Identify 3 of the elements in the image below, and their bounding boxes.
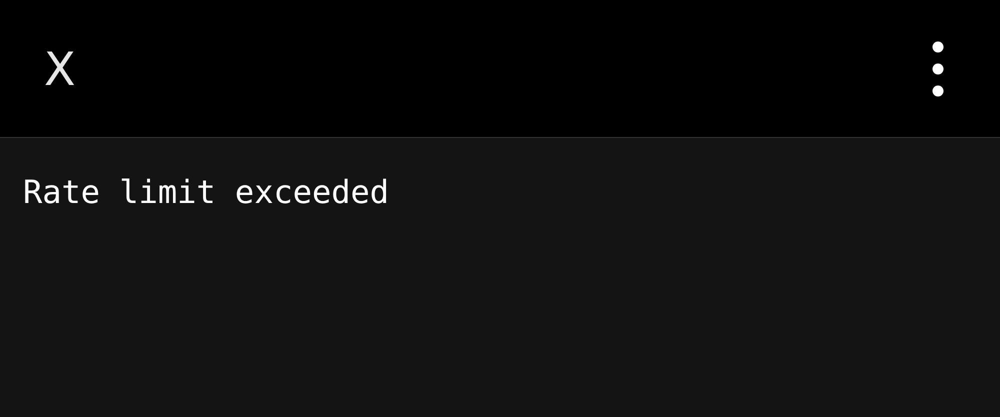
more-vertical-icon <box>932 40 944 96</box>
error-message: Rate limit exceeded <box>23 173 390 211</box>
app-title: X <box>44 46 76 92</box>
